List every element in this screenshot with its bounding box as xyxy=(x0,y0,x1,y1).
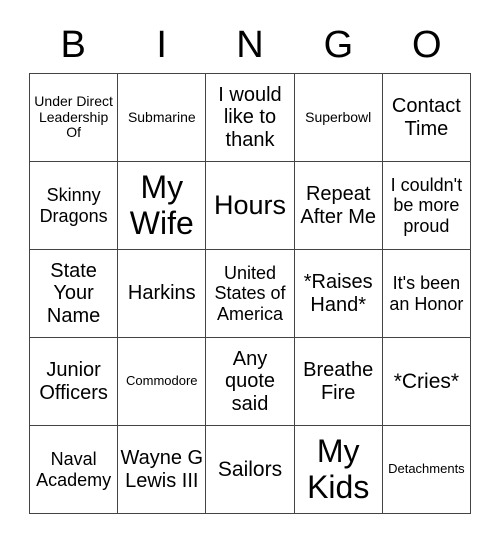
bingo-cell[interactable]: My Wife xyxy=(118,162,207,250)
bingo-cell[interactable]: Superbowl xyxy=(294,74,383,162)
bingo-cell[interactable]: Under Direct Leadership Of xyxy=(30,74,119,162)
bingo-cell[interactable]: Repeat After Me xyxy=(294,162,383,250)
bingo-card: Under Direct Leadership Of Submarine I w… xyxy=(29,73,471,514)
bingo-cell[interactable]: Harkins xyxy=(118,250,207,338)
bingo-cell[interactable]: Junior Officers xyxy=(30,338,119,426)
bingo-cell[interactable]: It's been an Honor xyxy=(382,250,471,338)
header-letter-o: O xyxy=(412,24,442,66)
bingo-cell[interactable]: Contact Time xyxy=(382,74,471,162)
header-letter-b: B xyxy=(60,24,86,66)
bingo-cell[interactable]: Naval Academy xyxy=(30,426,119,514)
bingo-cell[interactable]: State Your Name xyxy=(30,250,119,338)
bingo-cell[interactable]: Breathe Fire xyxy=(294,338,383,426)
bingo-cell[interactable]: Commodore xyxy=(118,338,207,426)
bingo-cell[interactable]: I couldn't be more proud xyxy=(382,162,471,250)
bingo-cell[interactable]: Hours xyxy=(206,162,295,250)
bingo-cell[interactable]: Sailors xyxy=(206,426,295,514)
bingo-cell[interactable]: Skinny Dragons xyxy=(30,162,119,250)
header-letter-i: I xyxy=(156,24,167,66)
bingo-cell[interactable]: I would like to thank xyxy=(206,74,295,162)
bingo-cell[interactable]: Any quote said xyxy=(206,338,295,426)
header-letter-g: G xyxy=(323,24,354,66)
bingo-cell[interactable]: *Cries* xyxy=(382,338,471,426)
bingo-cell[interactable]: My Kids xyxy=(294,426,383,514)
bingo-cell[interactable]: United States of America xyxy=(206,250,295,338)
bingo-cell[interactable]: *Raises Hand* xyxy=(294,250,383,338)
bingo-header: B I N G O xyxy=(29,20,471,70)
header-letter-n: N xyxy=(236,24,264,66)
bingo-cell[interactable]: Wayne G Lewis III xyxy=(118,426,207,514)
bingo-cell[interactable]: Detachments xyxy=(382,426,471,514)
bingo-cell[interactable]: Submarine xyxy=(118,74,207,162)
